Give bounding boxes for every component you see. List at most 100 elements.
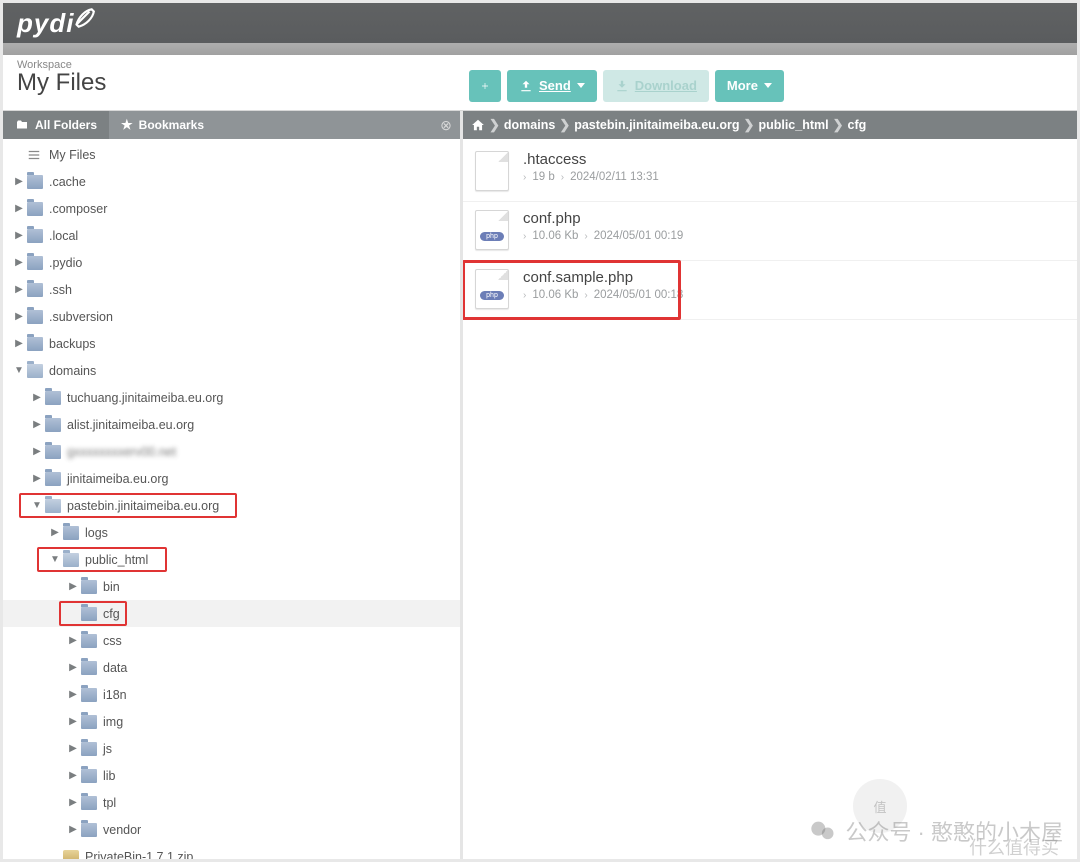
tree-item[interactable]: ▶ .local	[3, 222, 460, 249]
breadcrumb-item[interactable]: cfg	[848, 118, 867, 132]
logo-text: pydi	[17, 8, 74, 39]
more-label: More	[727, 78, 758, 93]
tree-item[interactable]: ▶alist.jinitaimeiba.eu.org	[3, 411, 460, 438]
expand-toggle-closed[interactable]: ▶	[67, 716, 79, 727]
tree-item[interactable]: ▶.cache	[3, 168, 460, 195]
workspace-title: My Files	[17, 69, 453, 97]
tree-item[interactable]: ▶css	[3, 627, 460, 654]
sidebar-close[interactable]: ⊗	[432, 111, 460, 139]
breadcrumb-item[interactable]: domains	[504, 118, 555, 132]
tree-item[interactable]: ▶i18n	[3, 681, 460, 708]
tree-item[interactable]: ▼pastebin.jinitaimeiba.eu.org	[3, 492, 460, 519]
expand-toggle-closed[interactable]: ▶	[31, 473, 43, 484]
expand-toggle-closed[interactable]: ▶	[67, 797, 79, 808]
expand-toggle-closed[interactable]: ▶	[31, 446, 43, 457]
tree-item[interactable]: ▶data	[3, 654, 460, 681]
home-icon	[27, 148, 43, 162]
expand-toggle-open[interactable]: ▼	[49, 554, 61, 565]
expand-toggle-open[interactable]: ▼	[31, 500, 43, 511]
tree-item[interactable]: ▶gxxxxxxxxerv00.net	[3, 438, 460, 465]
tree-item[interactable]: ▶backups	[3, 330, 460, 357]
tab-bookmarks[interactable]: ★ Bookmarks	[109, 111, 432, 139]
tree-item[interactable]: ▶tuchuang.jinitaimeiba.eu.org	[3, 384, 460, 411]
tree-item[interactable]: ▶ logs	[3, 519, 460, 546]
breadcrumb: ❯domains❯pastebin.jinitaimeiba.eu.org❯pu…	[463, 111, 1077, 139]
file-item[interactable]: .htaccess›19 b›2024/02/11 13:31	[463, 143, 1077, 202]
expand-toggle-closed[interactable]: ▶	[13, 203, 25, 214]
folder-icon	[81, 688, 97, 702]
tree-item-label: logs	[85, 526, 108, 540]
tree-item[interactable]: ▶tpl	[3, 789, 460, 816]
tree-item-label: .local	[49, 229, 78, 243]
tree-item-label: .ssh	[49, 283, 72, 297]
expand-toggle-closed[interactable]: ▶	[67, 689, 79, 700]
expand-toggle-closed[interactable]: ▶	[67, 770, 79, 781]
tree-item[interactable]: My Files	[3, 141, 460, 168]
file-icon	[475, 210, 509, 250]
tree-item[interactable]: PrivateBin-1.7.1.zip	[3, 843, 460, 859]
tree-item-label: public_html	[85, 553, 148, 567]
folder-icon	[81, 580, 97, 594]
expand-toggle-closed[interactable]: ▶	[67, 824, 79, 835]
expand-toggle-closed[interactable]: ▶	[13, 257, 25, 268]
expand-toggle-closed[interactable]: ▶	[31, 392, 43, 403]
breadcrumb-item[interactable]: pastebin.jinitaimeiba.eu.org	[574, 118, 739, 132]
expand-toggle-closed[interactable]: ▶	[13, 230, 25, 241]
expand-toggle-closed[interactable]: ▶	[67, 743, 79, 754]
expand-toggle-closed[interactable]: ▶	[13, 338, 25, 349]
tab-all-folders-label: All Folders	[35, 118, 97, 132]
download-button: Download	[603, 70, 709, 102]
breadcrumb-home[interactable]	[471, 118, 485, 132]
tree-item[interactable]: ▶vendor	[3, 816, 460, 843]
tree-item[interactable]: ▶ js	[3, 735, 460, 762]
expand-toggle-open[interactable]: ▼	[13, 365, 25, 376]
expand-toggle-closed[interactable]: ▶	[31, 419, 43, 430]
tree-item-label: bin	[103, 580, 120, 594]
tree-item-label: domains	[49, 364, 96, 378]
tree-item[interactable]: cfg	[3, 600, 460, 627]
tree-item-label: jinitaimeiba.eu.org	[67, 472, 168, 486]
file-meta: ›10.06 Kb›2024/05/01 00:18	[523, 289, 683, 301]
tree-item[interactable]: ▶ img	[3, 708, 460, 735]
tab-all-folders[interactable]: All Folders	[3, 111, 109, 139]
expand-toggle-closed[interactable]: ▶	[67, 581, 79, 592]
folder-icon	[81, 769, 97, 783]
more-button[interactable]: More	[715, 70, 784, 102]
file-item[interactable]: conf.sample.php›10.06 Kb›2024/05/01 00:1…	[463, 261, 1077, 320]
file-item[interactable]: conf.php›10.06 Kb›2024/05/01 00:19	[463, 202, 1077, 261]
upload-icon	[519, 79, 533, 93]
chevron-right-icon: ❯	[489, 117, 500, 133]
expand-toggle-closed[interactable]: ▶	[67, 635, 79, 646]
expand-toggle-closed[interactable]: ▶	[67, 662, 79, 673]
tree-item[interactable]: ▶lib	[3, 762, 460, 789]
folder-icon	[63, 553, 79, 567]
expand-toggle-closed[interactable]: ▶	[13, 176, 25, 187]
send-button[interactable]: Send	[507, 70, 597, 102]
new-button[interactable]	[469, 70, 501, 102]
chevron-right-icon: ❯	[833, 117, 844, 133]
tree-item[interactable]: ▼ public_html	[3, 546, 460, 573]
folder-tree[interactable]: My Files▶.cache▶.composer▶.local▶.pydio▶…	[3, 139, 460, 859]
tree-item[interactable]: ▼ domains	[3, 357, 460, 384]
tree-item[interactable]: ▶.pydio	[3, 249, 460, 276]
side-tabs: All Folders ★ Bookmarks ⊗	[3, 111, 460, 139]
folder-icon	[27, 175, 43, 189]
file-icon	[475, 269, 509, 309]
tree-item[interactable]: ▶ .subversion	[3, 303, 460, 330]
folder-icon	[81, 742, 97, 756]
tree-item[interactable]: ▶ jinitaimeiba.eu.org	[3, 465, 460, 492]
file-list[interactable]: .htaccess›19 b›2024/02/11 13:31conf.php›…	[463, 139, 1077, 859]
expand-toggle-closed[interactable]: ▶	[13, 311, 25, 322]
file-name: conf.php	[523, 210, 683, 227]
chevron-right-icon: ❯	[744, 117, 755, 133]
expand-toggle-closed[interactable]: ▶	[13, 284, 25, 295]
tree-item[interactable]: ▶.composer	[3, 195, 460, 222]
breadcrumb-item[interactable]: public_html	[758, 118, 828, 132]
tree-item-label: img	[103, 715, 123, 729]
tree-item-label: js	[103, 742, 112, 756]
feather-icon	[70, 5, 96, 31]
tree-item[interactable]: ▶ .ssh	[3, 276, 460, 303]
tree-item[interactable]: ▶ bin	[3, 573, 460, 600]
tree-item-label: .subversion	[49, 310, 113, 324]
expand-toggle-closed[interactable]: ▶	[49, 527, 61, 538]
